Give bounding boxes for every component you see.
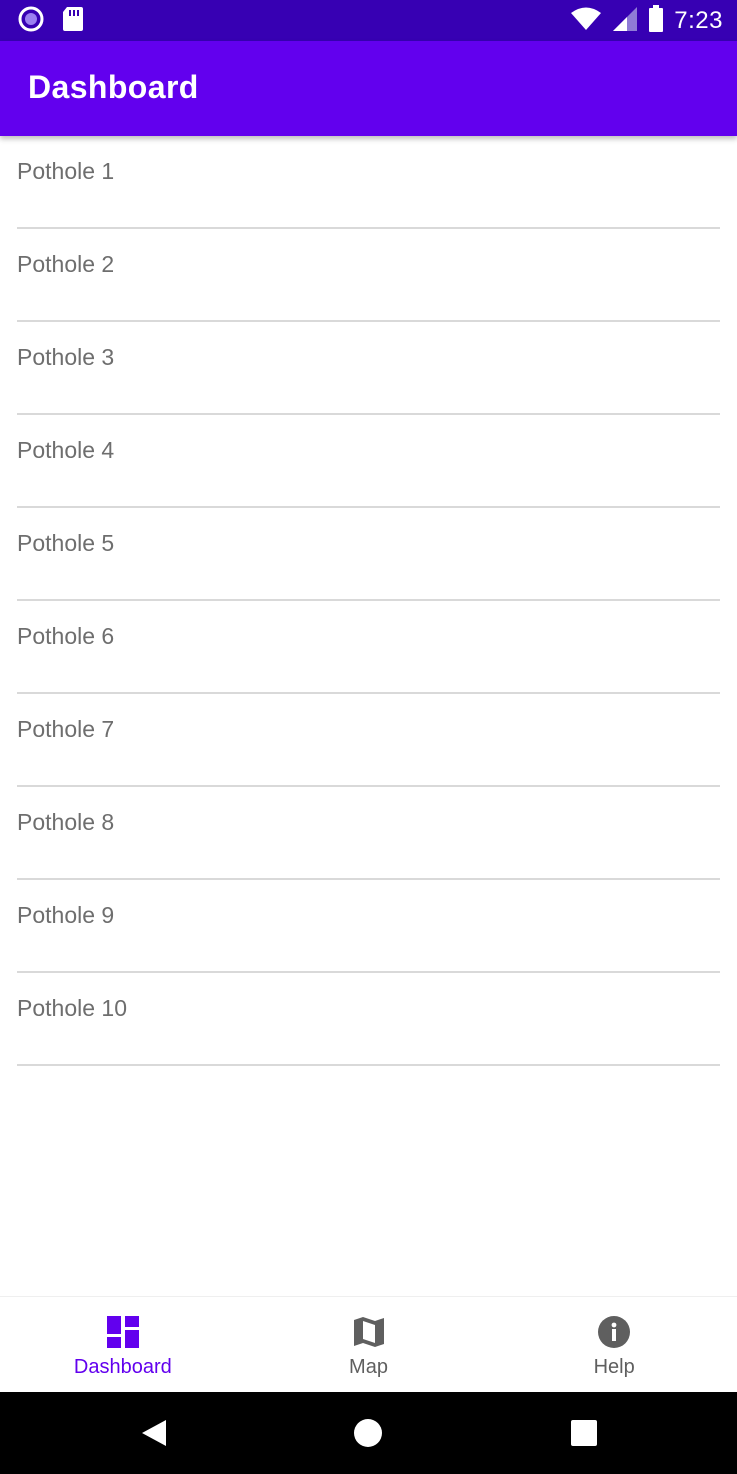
list-item-label: Pothole 9 bbox=[17, 902, 115, 928]
battery-icon bbox=[648, 4, 664, 38]
map-icon bbox=[351, 1314, 387, 1350]
list-item[interactable]: Pothole 6 bbox=[17, 601, 720, 694]
list-item[interactable]: Pothole 4 bbox=[17, 415, 720, 508]
home-icon[interactable] bbox=[353, 1418, 383, 1448]
recents-icon[interactable] bbox=[569, 1418, 599, 1448]
screen: 7:23 Dashboard Pothole 1 Pothole 2 Potho… bbox=[0, 0, 737, 1474]
list-item[interactable]: Pothole 5 bbox=[17, 508, 720, 601]
nav-item-map[interactable]: Map bbox=[246, 1297, 492, 1393]
nav-label-dashboard: Dashboard bbox=[73, 1356, 172, 1378]
list-item-label: Pothole 6 bbox=[17, 623, 115, 649]
signal-icon bbox=[612, 6, 638, 37]
list-item[interactable]: Pothole 9 bbox=[17, 880, 720, 973]
nav-label-map: Map bbox=[349, 1356, 388, 1378]
app-bar: Dashboard bbox=[0, 41, 737, 136]
info-icon bbox=[596, 1314, 632, 1350]
list-item[interactable]: Pothole 1 bbox=[17, 136, 720, 229]
record-icon bbox=[18, 6, 44, 37]
list-item-label: Pothole 7 bbox=[17, 716, 115, 742]
list-item-label: Pothole 3 bbox=[17, 344, 115, 370]
list-item-label: Pothole 4 bbox=[17, 437, 115, 463]
list-item[interactable]: Pothole 3 bbox=[17, 322, 720, 415]
back-icon[interactable] bbox=[139, 1418, 169, 1448]
nav-item-help[interactable]: Help bbox=[491, 1297, 737, 1393]
list-item[interactable]: Pothole 8 bbox=[17, 787, 720, 880]
status-right-icons: 7:23 bbox=[570, 4, 723, 38]
status-left-icons bbox=[18, 6, 84, 37]
pothole-list[interactable]: Pothole 1 Pothole 2 Pothole 3 Pothole 4 … bbox=[17, 136, 720, 1066]
wifi-icon bbox=[570, 6, 602, 37]
status-time: 7:23 bbox=[674, 7, 723, 34]
list-item[interactable]: Pothole 10 bbox=[17, 973, 720, 1066]
sd-card-icon bbox=[62, 6, 84, 37]
dashboard-icon bbox=[105, 1314, 141, 1350]
list-item-label: Pothole 2 bbox=[17, 251, 115, 277]
nav-item-dashboard[interactable]: Dashboard bbox=[0, 1297, 246, 1393]
list-item-label: Pothole 8 bbox=[17, 809, 115, 835]
system-navigation-bar bbox=[0, 1392, 737, 1474]
list-item[interactable]: Pothole 2 bbox=[17, 229, 720, 322]
list-item[interactable]: Pothole 7 bbox=[17, 694, 720, 787]
list-item-label: Pothole 5 bbox=[17, 530, 115, 556]
status-bar: 7:23 bbox=[0, 0, 737, 41]
list-item-label: Pothole 1 bbox=[17, 158, 115, 184]
nav-label-help: Help bbox=[593, 1356, 635, 1378]
bottom-navigation: Dashboard Map Help bbox=[0, 1296, 737, 1393]
list-item-label: Pothole 10 bbox=[17, 995, 127, 1021]
page-title: Dashboard bbox=[28, 69, 199, 105]
